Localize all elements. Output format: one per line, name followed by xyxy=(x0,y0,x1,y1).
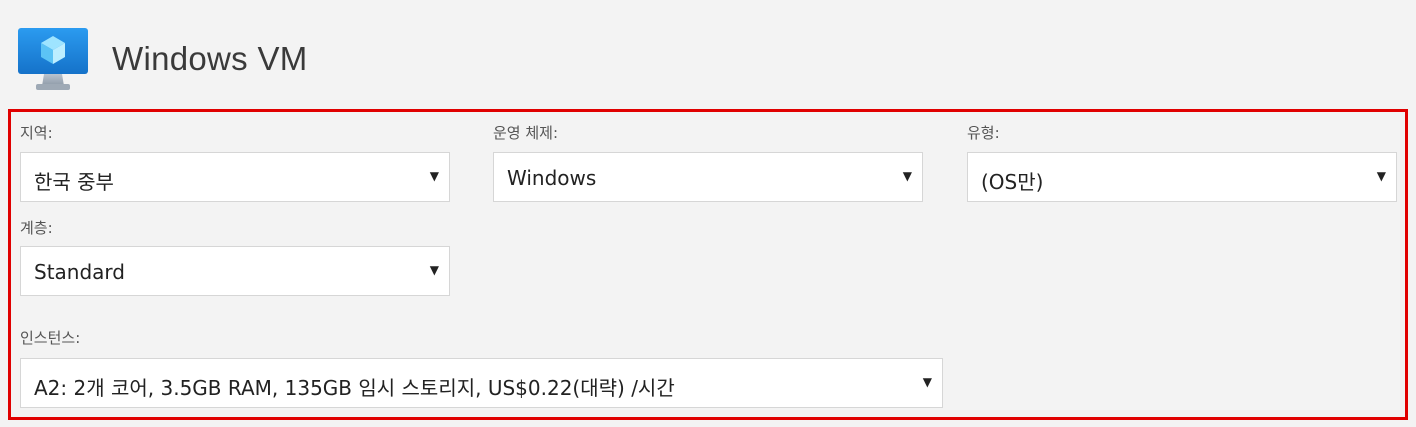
tier-selected-value: Standard xyxy=(34,260,125,284)
instance-dropdown[interactable]: A2: 2개 코어, 3.5GB RAM, 135GB 임시 스토리지, US$… xyxy=(20,358,943,408)
page-title: Windows VM xyxy=(112,40,308,77)
dropdown-arrow-icon: ▼ xyxy=(429,169,439,183)
type-label: 유형: xyxy=(967,124,1000,142)
os-selected-value: Windows xyxy=(507,166,597,190)
dropdown-arrow-icon: ▼ xyxy=(429,263,439,277)
page-header: Windows VM xyxy=(18,26,308,92)
virtual-machine-icon xyxy=(18,26,90,92)
region-dropdown[interactable]: 한국 중부 ▼ xyxy=(20,152,450,202)
region-label: 지역: xyxy=(20,124,53,142)
os-dropdown[interactable]: Windows ▼ xyxy=(493,152,923,202)
tier-dropdown[interactable]: Standard ▼ xyxy=(20,246,450,296)
dropdown-arrow-icon: ▼ xyxy=(902,169,912,183)
instance-selected-value: A2: 2개 코어, 3.5GB RAM, 135GB 임시 스토리지, US$… xyxy=(34,376,675,400)
type-selected-value: (OS만) xyxy=(981,170,1044,194)
dropdown-arrow-icon: ▼ xyxy=(1376,169,1386,183)
tier-label: 계층: xyxy=(20,219,53,237)
instance-label: 인스턴스: xyxy=(20,329,81,347)
region-selected-value: 한국 중부 xyxy=(34,170,114,194)
os-label: 운영 체제: xyxy=(493,124,559,142)
dropdown-arrow-icon: ▼ xyxy=(922,375,932,389)
type-dropdown[interactable]: (OS만) ▼ xyxy=(967,152,1397,202)
